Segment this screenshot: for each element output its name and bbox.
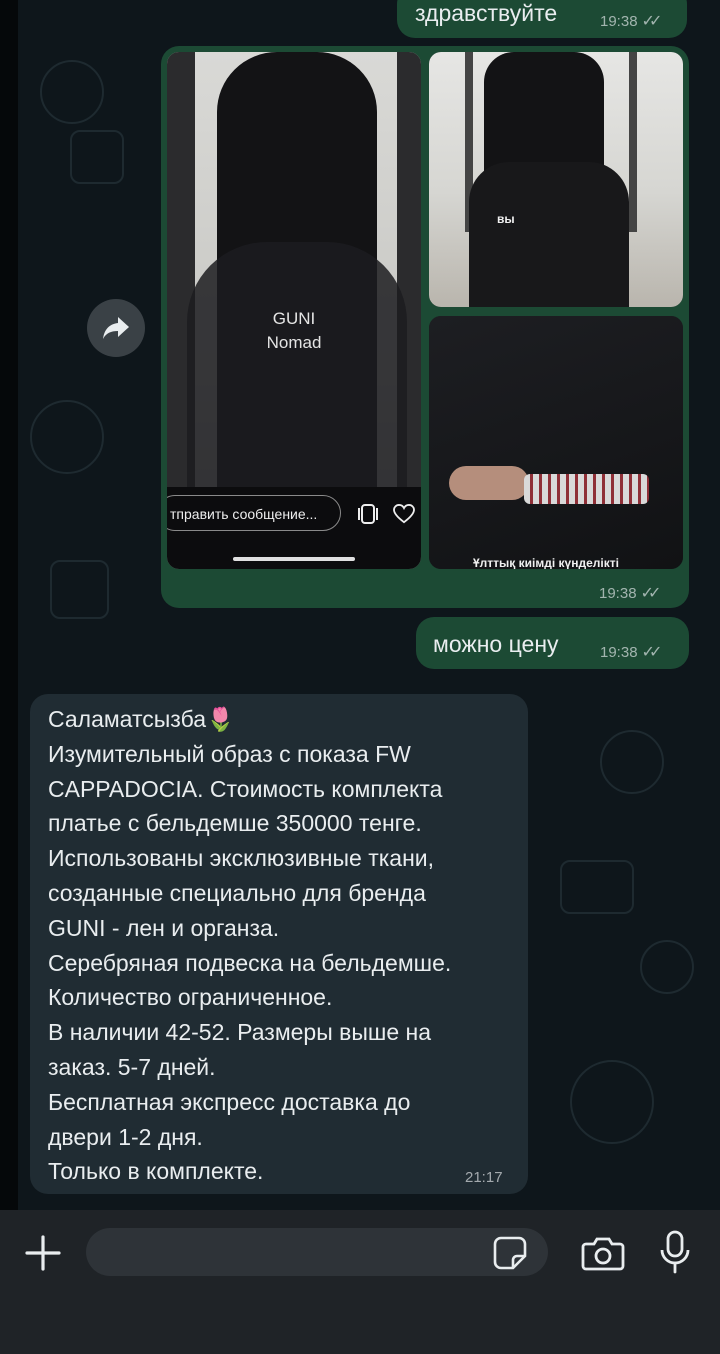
message-input[interactable]	[86, 1228, 548, 1276]
share-icon	[358, 504, 378, 524]
microphone-icon	[660, 1230, 690, 1274]
left-edge	[0, 0, 18, 1210]
message-line: CAPPADOCIA. Стоимость комплекта	[48, 775, 443, 802]
message-line: платье с бельдемше 350000 тенге.	[48, 810, 422, 837]
attach-button[interactable]	[22, 1232, 64, 1274]
sticker-button[interactable]	[490, 1233, 530, 1273]
photo-column	[629, 52, 637, 232]
message-time: 19:38	[600, 12, 638, 30]
message-line: В наличии 42-52. Размеры выше на	[48, 1019, 432, 1046]
message-time: 21:17	[465, 1169, 503, 1186]
background-doodle	[40, 60, 104, 124]
voice-message-button[interactable]	[656, 1228, 694, 1276]
message-line: Изумительный образ с показа FW	[48, 740, 411, 767]
silver-pendant-belt	[524, 474, 649, 504]
message-text: здравствуйте	[415, 0, 558, 26]
message-line: Бесплатная экспресс доставка до	[48, 1088, 411, 1115]
message-bubble-media[interactable]: GUNI Nomad тправить сообщение... вы Ұлтт…	[161, 46, 689, 608]
overlay-title-line: GUNI	[272, 309, 316, 328]
forward-button[interactable]	[87, 299, 145, 357]
message-line: созданные специально для бренда	[48, 879, 426, 906]
message-time: 19:38	[600, 643, 638, 661]
background-doodle	[600, 730, 664, 794]
media-thumbnail[interactable]: Ұлттық киімді күнделікті	[429, 316, 683, 569]
heart-icon	[393, 504, 415, 524]
camera-icon	[581, 1237, 625, 1271]
hand-shape	[449, 466, 529, 500]
read-receipt-icon: ✓✓	[640, 585, 662, 602]
photo-caption: Ұлттық киімді күнделікті	[473, 556, 619, 569]
message-time: 19:38	[599, 584, 637, 602]
read-receipt-icon: ✓✓	[641, 13, 663, 30]
background-doodle	[30, 400, 104, 474]
background-doodle	[70, 130, 124, 184]
background-doodle	[640, 940, 694, 994]
message-line: двери 1-2 дня.	[48, 1123, 203, 1150]
media-thumbnail[interactable]: GUNI Nomad тправить сообщение...	[167, 52, 421, 569]
message-bubble-outgoing[interactable]: можно цену 19:38 ✓✓	[416, 617, 689, 669]
photo-overlay-title: GUNI Nomad	[244, 307, 344, 355]
background-doodle	[570, 1060, 654, 1144]
message-bubble-outgoing[interactable]: здравствуйте 19:38 ✓✓	[397, 0, 687, 38]
message-meta: 19:38 ✓✓	[600, 642, 663, 662]
overlay-title-line: Nomad	[266, 333, 322, 352]
sticker-icon	[493, 1236, 527, 1270]
message-line: GUNI - лен и органза.	[48, 914, 280, 941]
message-line: заказ. 5-7 дней.	[48, 1053, 216, 1080]
skirt-shape	[187, 242, 407, 492]
forward-icon	[103, 317, 129, 339]
read-receipt-icon: ✓✓	[641, 644, 663, 661]
message-meta: 19:38 ✓✓	[600, 11, 663, 31]
message-line: Саламатсызба🌷	[48, 706, 235, 732]
home-indicator	[233, 557, 355, 561]
message-meta: 19:38 ✓✓	[599, 583, 662, 603]
message-text: можно цену	[433, 631, 559, 657]
background-doodle	[50, 560, 109, 619]
camera-button[interactable]	[580, 1232, 626, 1274]
media-thumbnail[interactable]: вы	[429, 52, 683, 307]
message-line: Только в комплекте.	[48, 1158, 264, 1185]
message-line: Серебряная подвеска на бельдемше.	[48, 949, 452, 976]
dress-shape	[429, 316, 683, 569]
plus-icon	[25, 1235, 61, 1271]
story-reply-bar: тправить сообщение...	[167, 487, 421, 569]
story-reply-input: тправить сообщение...	[167, 495, 341, 531]
background-doodle	[560, 860, 634, 914]
message-line: Количество ограниченное.	[48, 984, 333, 1011]
message-line: Использованы эксклюзивные ткани,	[48, 845, 435, 872]
photo-caption: вы	[497, 212, 515, 226]
incoming-message-text: Саламатсызба🌷 Изумительный образ с показ…	[48, 702, 451, 1189]
message-meta: 21:17	[465, 1169, 503, 1186]
skirt-shape	[469, 162, 629, 307]
